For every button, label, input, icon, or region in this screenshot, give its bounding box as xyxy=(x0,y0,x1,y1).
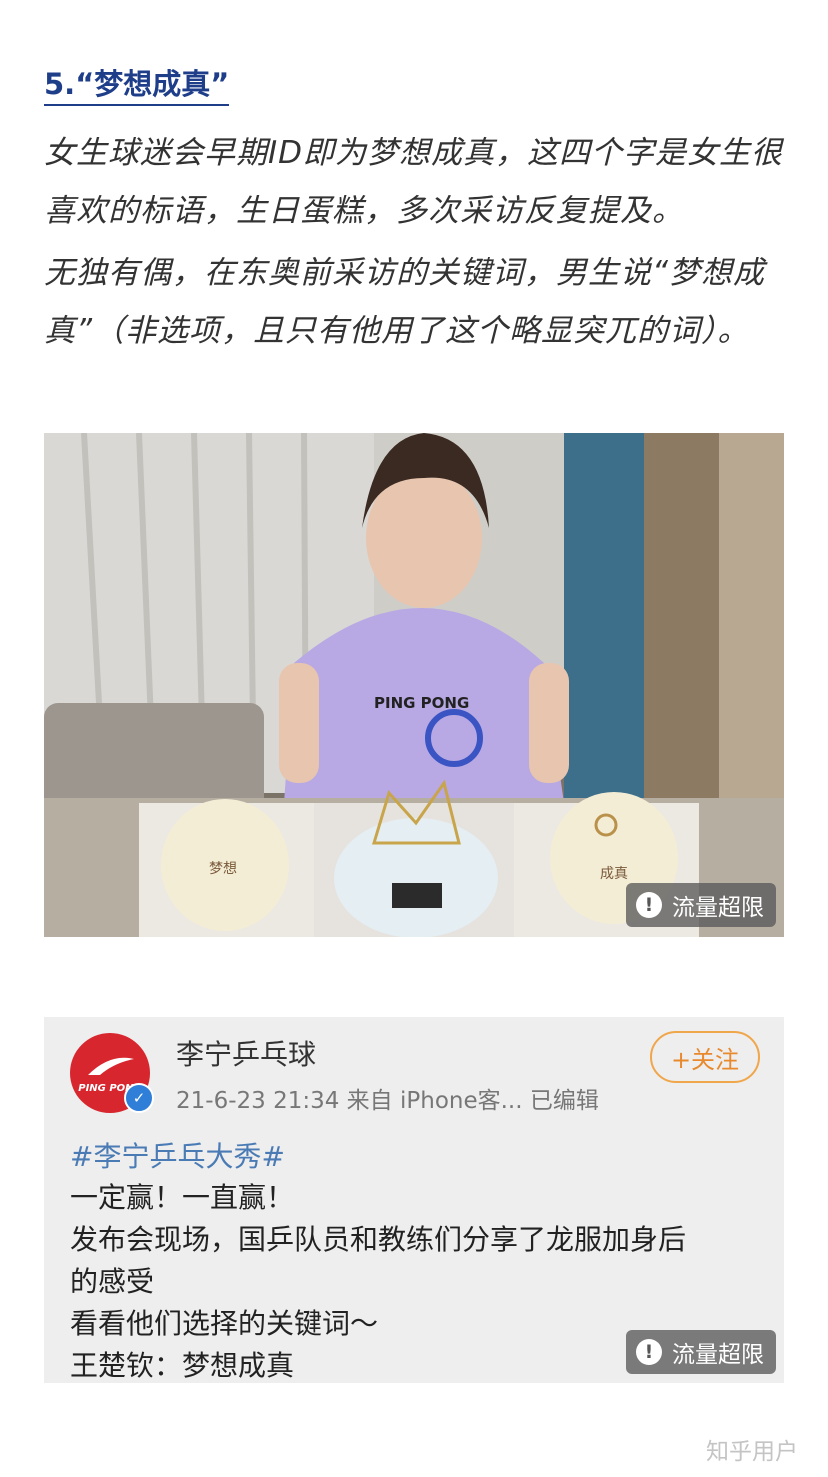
traffic-limit-label: 流量超限 xyxy=(672,895,764,921)
topic-tag[interactable]: #李宁乒乓大秀# xyxy=(70,1135,285,1175)
account-name[interactable]: 李宁乒乓球 xyxy=(176,1033,316,1073)
verified-icon: ✓ xyxy=(124,1083,154,1113)
post-line: 的感受 xyxy=(70,1265,155,1298)
traffic-limit-label: 流量超限 xyxy=(672,1342,764,1368)
article-paragraph-2: 无独有偶，在东奥前采访的关键词，男生说“梦想成真”（非选项，且只有他用了这个略显… xyxy=(44,255,766,349)
warning-icon: ! xyxy=(636,892,662,918)
post-line: 一定赢！一直赢！ xyxy=(70,1181,295,1214)
traffic-limit-badge[interactable]: ! 流量超限 xyxy=(626,1330,776,1374)
traffic-limit-badge[interactable]: ! 流量超限 xyxy=(626,883,776,927)
zhihu-watermark: 知乎用户 xyxy=(706,1439,798,1465)
photo-illustration: PING PONG 梦想 成真 xyxy=(44,433,784,937)
left-cake-text: 梦想 xyxy=(209,861,237,877)
post-line: 发布会现场，国乒队员和教练们分享了龙服加身后 xyxy=(70,1223,687,1256)
warning-icon: ! xyxy=(636,1339,662,1365)
post-meta: 21-6-23 21:34 来自 iPhone客... 已编辑 xyxy=(176,1088,599,1114)
right-cake-text: 成真 xyxy=(600,866,628,882)
birthday-cake-photo[interactable]: PING PONG 梦想 成真 ! 流量超限 xyxy=(44,433,784,937)
article-paragraph-1: 女生球迷会早期ID即为梦想成真，这四个字是女生很喜欢的标语，生日蛋糕，多次采访反… xyxy=(44,135,784,229)
weibo-post-screenshot[interactable]: PING PONG ✓ 李宁乒乓球 21-6-23 21:34 来自 iPhon… xyxy=(44,1017,784,1383)
follow-button[interactable]: +关注 xyxy=(650,1031,760,1083)
article-heading[interactable]: 5.“梦想成真” xyxy=(44,66,230,106)
